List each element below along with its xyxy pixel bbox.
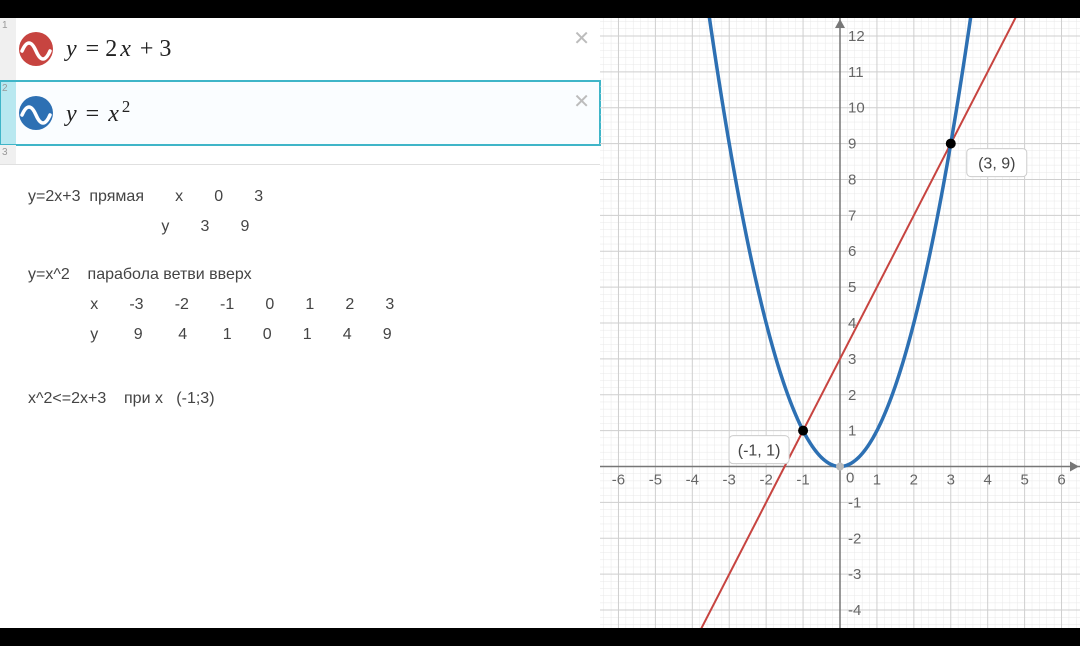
svg-text:-1: -1 [796, 472, 809, 489]
equation-formula[interactable]: y = 2x + 3 [56, 18, 600, 80]
equation-panel: 1 y = 2x + 3 ✕ 2 y = x2 ✕ 3 y=2x+3 пряма… [0, 18, 600, 628]
note-line: x^2<=2x+3 при x (-1;3) [28, 387, 580, 411]
svg-text:1: 1 [873, 472, 881, 489]
svg-text:9: 9 [848, 136, 856, 153]
svg-text:-6: -6 [612, 472, 625, 489]
svg-text:8: 8 [848, 171, 856, 188]
equation-index: 1 [0, 18, 16, 80]
svg-text:2: 2 [910, 472, 918, 489]
svg-text:0: 0 [846, 470, 854, 487]
svg-text:4: 4 [984, 472, 992, 489]
graph-canvas[interactable]: -6-5-4-3-2-10123456-4-3-2-11234567891011… [600, 18, 1080, 628]
note-line: x -3 -2 -1 0 1 2 3 [28, 293, 580, 317]
svg-text:2: 2 [848, 387, 856, 404]
svg-text:-3: -3 [848, 566, 861, 583]
svg-text:10: 10 [848, 100, 865, 117]
note-line: y=2x+3 прямая x 0 3 [28, 185, 580, 209]
svg-text:-2: -2 [848, 530, 861, 547]
close-icon[interactable]: ✕ [573, 89, 590, 114]
equation-row-3[interactable]: 3 [0, 145, 600, 165]
svg-text:-3: -3 [723, 472, 736, 489]
svg-text:11: 11 [848, 64, 864, 81]
svg-text:3: 3 [848, 351, 856, 368]
graph-panel[interactable]: -6-5-4-3-2-10123456-4-3-2-11234567891011… [600, 18, 1080, 628]
svg-text:-5: -5 [649, 472, 662, 489]
svg-text:12: 12 [848, 28, 865, 45]
svg-text:5: 5 [1020, 472, 1028, 489]
note-line: y 9 4 1 0 1 4 9 [28, 323, 580, 347]
svg-text:(3, 9): (3, 9) [978, 156, 1015, 173]
notes-area: y=2x+3 прямая x 0 3 y 3 9 y=x^2 парабола… [0, 165, 600, 455]
svg-text:3: 3 [947, 472, 955, 489]
svg-text:6: 6 [848, 243, 856, 260]
close-icon[interactable]: ✕ [573, 26, 590, 51]
svg-text:7: 7 [848, 207, 856, 224]
svg-text:-4: -4 [848, 602, 861, 619]
note-line: y 3 9 [28, 215, 580, 239]
equation-index: 3 [0, 145, 16, 164]
wave-icon[interactable] [16, 81, 56, 144]
svg-text:1: 1 [848, 423, 856, 440]
note-line: y=x^2 парабола ветви вверх [28, 263, 580, 287]
svg-text:(-1, 1): (-1, 1) [738, 443, 781, 460]
app-container: 1 y = 2x + 3 ✕ 2 y = x2 ✕ 3 y=2x+3 пряма… [0, 18, 1080, 628]
equation-row-1[interactable]: 1 y = 2x + 3 ✕ [0, 18, 600, 81]
svg-text:-4: -4 [686, 472, 699, 489]
equation-formula[interactable]: y = x2 [56, 81, 600, 144]
svg-text:5: 5 [848, 279, 856, 296]
svg-text:-1: -1 [848, 494, 861, 511]
equation-index: 2 [0, 81, 16, 144]
wave-icon[interactable] [16, 18, 56, 80]
equation-row-2[interactable]: 2 y = x2 ✕ [0, 81, 600, 145]
svg-text:6: 6 [1057, 472, 1065, 489]
svg-text:-2: -2 [759, 472, 772, 489]
